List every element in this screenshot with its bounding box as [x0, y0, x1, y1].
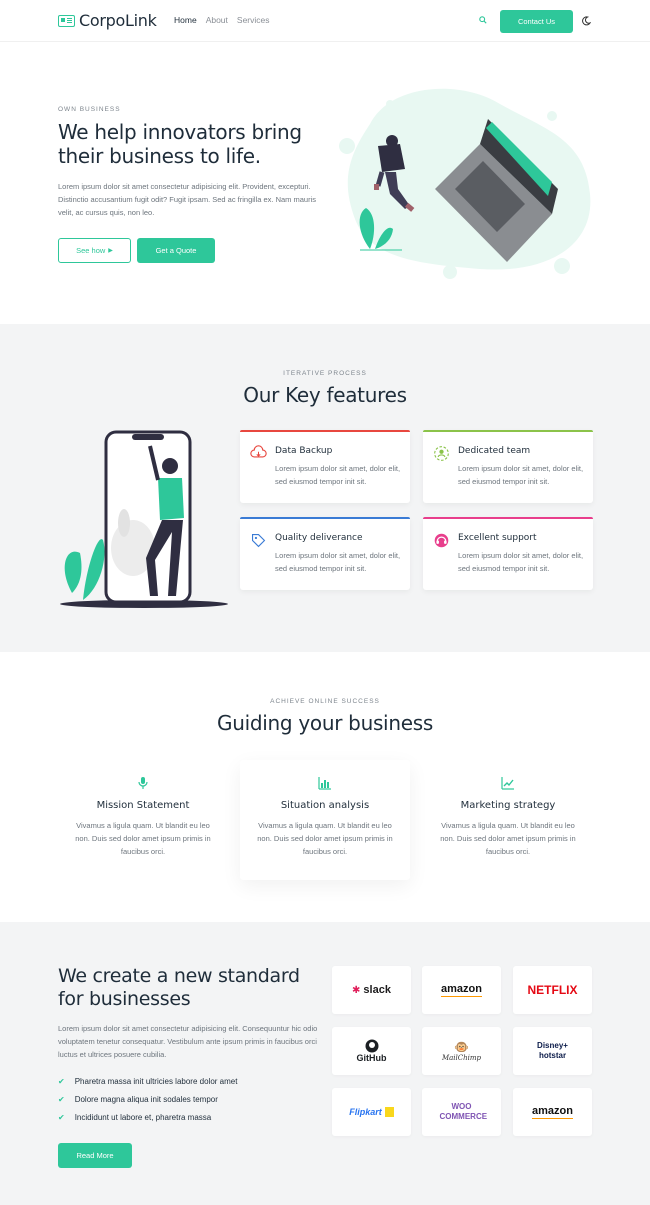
- list-item: ✔ Dolore magna aliqua init sodales tempor: [58, 1090, 318, 1108]
- hero-description: Lorem ipsum dolor sit amet consectetur a…: [58, 182, 317, 217]
- partner-logo-text: WOO COMMERCE: [439, 1102, 488, 1121]
- card-accent-bar: [240, 517, 410, 519]
- nav-services[interactable]: Services: [237, 15, 270, 25]
- partner-logo-hotstar: Disney+ hotstar: [513, 1027, 592, 1075]
- list-item: ✔ Incididunt ut labore et, pharetra massa: [58, 1108, 318, 1126]
- feature-card[interactable]: Quality deliverance Lorem ipsum dolor si…: [240, 517, 410, 590]
- guide-item-title: Situation analysis: [280, 800, 370, 811]
- partner-logo-github: GitHub: [332, 1027, 411, 1075]
- feature-card-title: Data Backup: [275, 446, 333, 456]
- nav-home[interactable]: Home: [174, 15, 197, 25]
- partner-logo-text: amazon: [532, 1105, 573, 1119]
- brand-logo[interactable]: CorpoLink: [58, 11, 157, 30]
- partner-logo-woocommerce: WOO COMMERCE: [422, 1088, 501, 1136]
- microphone-icon: [138, 777, 148, 789]
- partner-logo-text: Disney+ hotstar: [537, 1041, 568, 1060]
- guide-item-text: Vivamus a ligula quam. Ut blandit eu leo…: [440, 821, 576, 856]
- standard-title: We create a new standard for businesses: [58, 965, 300, 1010]
- partner-logo-text: slack: [363, 984, 391, 996]
- team-icon: [434, 446, 449, 461]
- guide-item: Marketing strategy Vivamus a ligula quam…: [423, 776, 593, 858]
- support-headset-icon: [434, 533, 449, 548]
- check-icon: ✔: [58, 1094, 65, 1104]
- hero-eyebrow: OWN BUSINESS: [58, 106, 121, 113]
- see-how-label: See how: [76, 246, 106, 255]
- get-a-quote-button[interactable]: Get a Quote: [137, 238, 215, 263]
- guide-item: Mission Statement Vivamus a ligula quam.…: [58, 776, 228, 858]
- list-item-text: Pharetra massa init ultricies labore dol…: [74, 1076, 238, 1086]
- mailchimp-icon: 🐵: [454, 1040, 469, 1054]
- guide-item-text: Vivamus a ligula quam. Ut blandit eu leo…: [257, 821, 393, 856]
- nav-about[interactable]: About: [206, 15, 228, 25]
- slack-icon: ✱: [352, 984, 361, 996]
- brand-name: CorpoLink: [79, 11, 157, 30]
- guide-title: Guiding your business: [217, 711, 433, 735]
- feature-card-text: Lorem ipsum dolor sit amet, dolor elit, …: [275, 551, 401, 573]
- feature-card-title: Excellent support: [458, 533, 537, 543]
- line-chart-icon: [501, 777, 514, 790]
- card-accent-bar: [423, 430, 593, 432]
- github-icon: [365, 1039, 378, 1053]
- feature-card[interactable]: Data Backup Lorem ipsum dolor sit amet, …: [240, 430, 410, 503]
- partner-logo-text: MailChimp: [441, 1054, 482, 1062]
- site-header: CorpoLink Home About Services Contact Us: [0, 0, 650, 42]
- see-how-button[interactable]: See how ▶: [58, 238, 131, 263]
- price-tag-icon: [251, 533, 266, 548]
- feature-card-text: Lorem ipsum dolor sit amet, dolor elit, …: [458, 464, 584, 486]
- standard-description: Lorem ipsum dolor sit amet consectetur a…: [58, 1024, 318, 1059]
- features-eyebrow: ITERATIVE PROCESS: [283, 370, 367, 377]
- feature-card-title: Dedicated team: [458, 446, 531, 456]
- caret-right-icon: ▶: [108, 248, 113, 254]
- partner-logo-netflix: NETFLIX: [513, 966, 592, 1014]
- guide-item-title: Mission Statement: [96, 800, 190, 811]
- partner-logo-amazon: amazon: [513, 1088, 592, 1136]
- dark-mode-toggle-icon[interactable]: [581, 16, 591, 26]
- check-icon: ✔: [58, 1076, 65, 1086]
- list-item: ✔ Pharetra massa init ultricies labore do…: [58, 1072, 318, 1090]
- hero-illustration: [339, 88, 591, 279]
- guide-eyebrow: ACHIEVE ONLINE SUCCESS: [270, 698, 380, 705]
- partner-logo-amazon: amazon: [422, 966, 501, 1014]
- hero-title: We help innovators bring their business …: [58, 120, 302, 168]
- flipkart-bag-icon: [384, 1107, 394, 1117]
- phone-illustration: [60, 430, 228, 608]
- contact-us-button[interactable]: Contact Us: [500, 10, 573, 33]
- check-icon: ✔: [58, 1112, 65, 1122]
- logo-icon: [58, 14, 75, 27]
- card-accent-bar: [423, 517, 593, 519]
- feature-card-text: Lorem ipsum dolor sit amet, dolor elit, …: [458, 551, 584, 573]
- list-item-text: Dolore magna aliqua init sodales tempor: [74, 1094, 218, 1104]
- read-more-button[interactable]: Read More: [58, 1143, 132, 1168]
- features-title: Our Key features: [243, 383, 407, 407]
- guide-item: Situation analysis Vivamus a ligula quam…: [240, 776, 410, 858]
- partner-logo-text: GitHub: [356, 1053, 387, 1063]
- partner-logo-text: amazon: [441, 983, 482, 997]
- feature-card[interactable]: Excellent support Lorem ipsum dolor sit …: [423, 517, 593, 590]
- feature-card[interactable]: Dedicated team Lorem ipsum dolor sit ame…: [423, 430, 593, 503]
- partner-logo-text: NETFLIX: [527, 983, 578, 997]
- partner-logo-text: Flipkart: [349, 1107, 382, 1117]
- bar-chart-icon: [318, 777, 331, 790]
- main-nav: Home About Services: [174, 15, 270, 25]
- partner-logo-slack: ✱ slack: [332, 966, 411, 1014]
- guide-item-title: Marketing strategy: [460, 800, 556, 811]
- list-item-text: Incididunt ut labore et, pharetra massa: [74, 1112, 212, 1122]
- partner-logo-flipkart: Flipkart: [332, 1088, 411, 1136]
- feature-card-text: Lorem ipsum dolor sit amet, dolor elit, …: [275, 464, 401, 486]
- standard-checklist: ✔ Pharetra massa init ultricies labore do…: [58, 1072, 318, 1126]
- card-accent-bar: [240, 430, 410, 432]
- partner-logo-mailchimp: 🐵 MailChimp: [422, 1027, 501, 1075]
- search-icon[interactable]: [479, 16, 487, 24]
- cloud-backup-icon: [250, 445, 267, 458]
- feature-card-title: Quality deliverance: [275, 533, 363, 543]
- guide-item-text: Vivamus a ligula quam. Ut blandit eu leo…: [75, 821, 211, 856]
